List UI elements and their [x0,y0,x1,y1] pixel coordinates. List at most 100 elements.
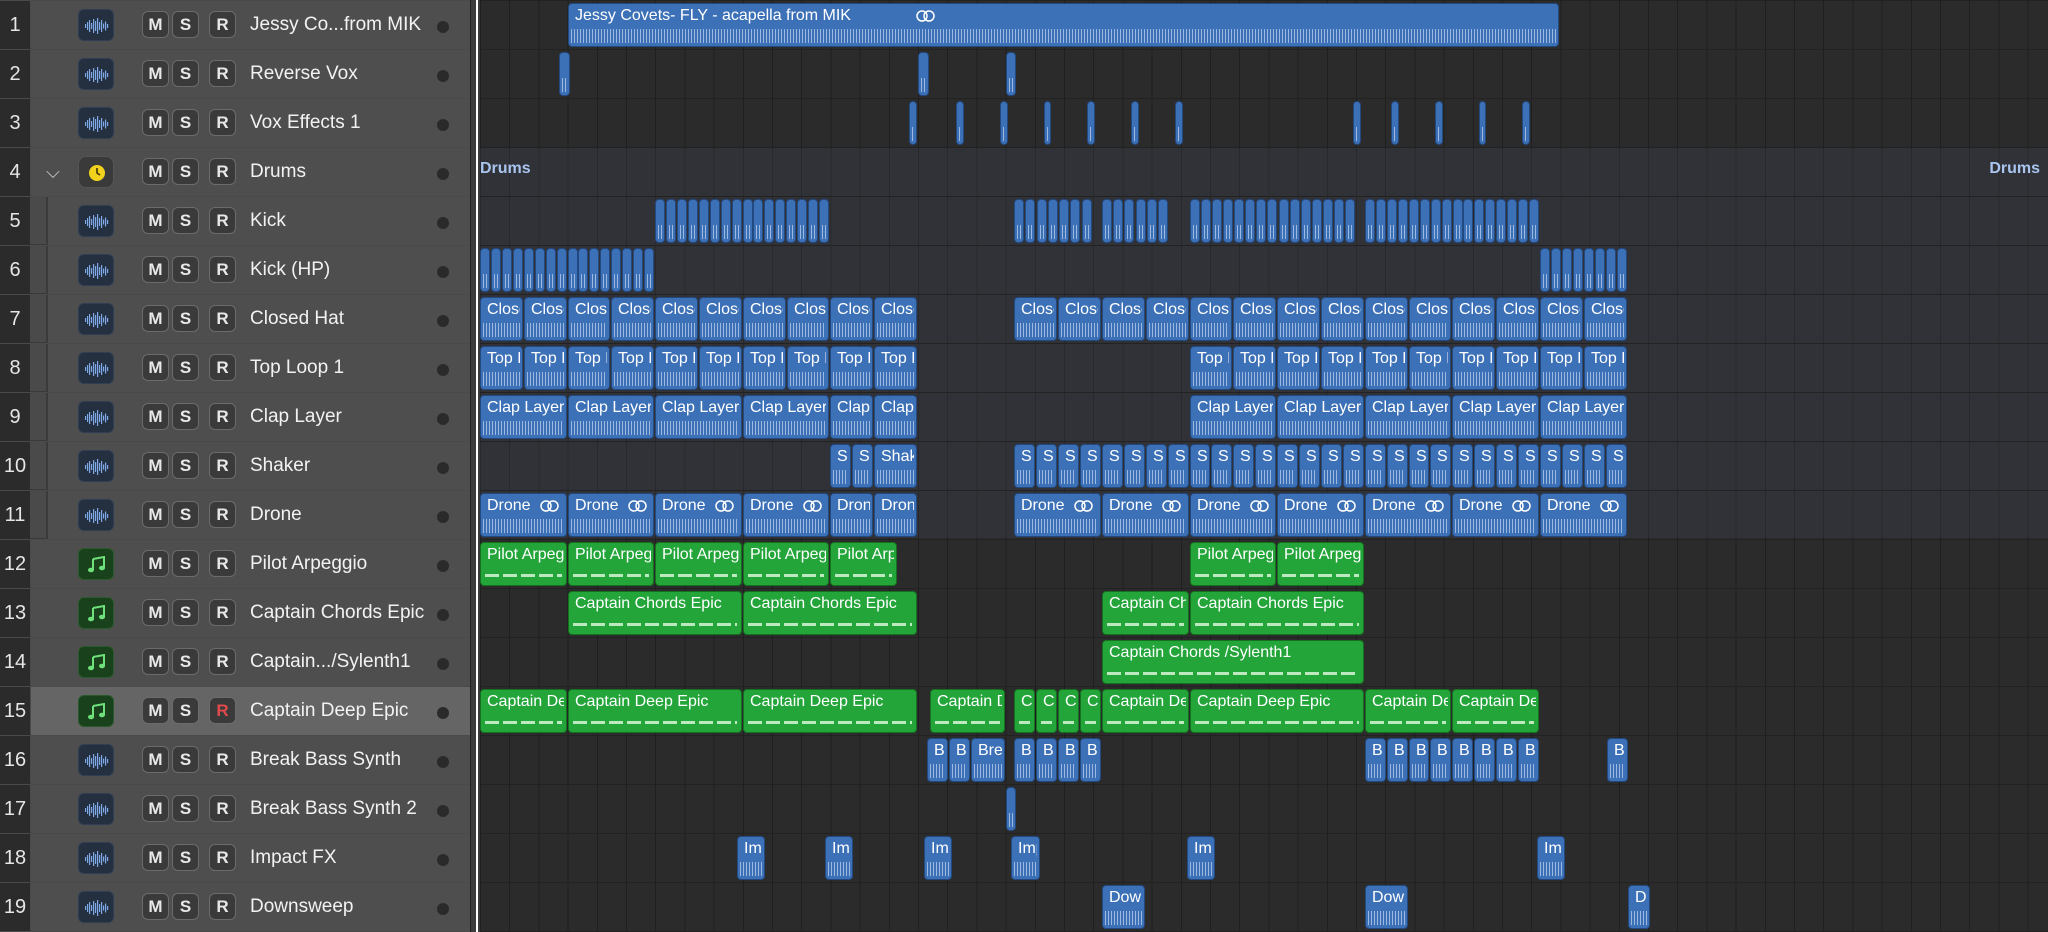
chevron-down-icon[interactable]: ⌵ [42,160,64,184]
track-row[interactable]: 16 M S R Break Bass Synth [0,736,470,784]
track-activity-dot[interactable] [437,511,449,523]
audio-region[interactable]: Top L [743,346,786,390]
audio-region[interactable] [1420,199,1430,243]
audio-region[interactable]: Top L [787,346,829,390]
midi-region[interactable]: Captain Deep Epic [568,689,742,733]
audio-region[interactable] [1551,248,1561,292]
midi-region[interactable]: Captain Deep [1102,689,1189,733]
midi-region[interactable]: C [1014,689,1035,733]
midi-region[interactable]: Captain Deep [480,689,567,733]
audio-region[interactable]: Br [1036,738,1057,782]
audio-region[interactable]: Br [927,738,948,782]
audio-region[interactable] [655,199,665,243]
audio-region[interactable]: Sh [1321,444,1342,488]
record-enable-button[interactable]: R [209,599,236,626]
audio-region[interactable]: Clap Layer [1365,395,1451,439]
track-name[interactable]: Closed Hat [250,295,344,343]
audio-region[interactable]: Top L [1321,346,1364,390]
solo-button[interactable]: S [172,158,199,185]
audio-region[interactable] [1474,199,1484,243]
track-name[interactable]: Downsweep [250,883,354,931]
midi-region[interactable]: Pilot Arpeggio [1277,542,1364,586]
track-row[interactable]: 1 M S R Jessy Co...from MIK [0,1,470,49]
record-enable-button[interactable]: R [209,403,236,430]
midi-region[interactable]: Pilot Arpeggio [568,542,654,586]
audio-region[interactable]: Br [1365,738,1386,782]
audio-region[interactable]: Sh [852,444,873,488]
audio-region[interactable]: Sh [1540,444,1561,488]
audio-region[interactable]: Top L [830,346,873,390]
audio-region[interactable] [1113,199,1123,243]
audio-region[interactable] [743,199,753,243]
audio-region[interactable]: Close [1277,297,1320,341]
midi-region[interactable]: Ca [1036,689,1057,733]
midi-region[interactable]: Captain Deep Epic [1190,689,1364,733]
audio-region[interactable] [644,248,654,292]
track-row[interactable]: 17 M S R Break Bass Synth 2 [0,785,470,833]
audio-region[interactable] [557,248,567,292]
audio-region[interactable]: Top L [480,346,523,390]
mute-button[interactable]: M [142,403,169,430]
audio-region[interactable]: Close [1409,297,1451,341]
audio-region[interactable]: Close [524,297,567,341]
audio-region[interactable] [666,199,676,243]
audio-region[interactable]: Imp [825,836,853,880]
audio-region[interactable]: Sh [1606,444,1627,488]
audio-region[interactable]: Close [1540,297,1583,341]
audio-region[interactable] [513,248,523,292]
track-activity-dot[interactable] [437,413,449,425]
audio-region[interactable] [1606,248,1616,292]
audio-region[interactable] [1025,199,1035,243]
solo-button[interactable]: S [172,550,199,577]
solo-button[interactable]: S [172,11,199,38]
track-row[interactable]: 12 M S R Pilot Arpeggio [0,540,470,588]
audio-region[interactable]: Sh [1168,444,1189,488]
audio-region[interactable]: Top L [568,346,610,390]
audio-region[interactable] [1201,199,1211,243]
audio-region[interactable]: Drone [1190,493,1276,537]
audio-region[interactable] [1175,101,1183,145]
audio-region[interactable]: Sh [1190,444,1210,488]
audio-region[interactable] [797,199,807,243]
audio-region[interactable] [1070,199,1080,243]
audio-region[interactable]: Br [1430,738,1451,782]
audio-region[interactable] [611,248,621,292]
audio-region[interactable]: Close [1452,297,1495,341]
mute-button[interactable]: M [142,893,169,920]
track-activity-dot[interactable] [437,168,449,180]
audio-region[interactable]: Sh [1562,444,1583,488]
audio-region[interactable] [918,52,929,96]
waveform-icon[interactable] [78,891,114,923]
midi-region[interactable]: Captain Chords Epic [1190,591,1364,635]
track-row[interactable]: 9 M S R Clap Layer [0,393,470,441]
audio-region[interactable] [1485,199,1495,243]
mute-button[interactable]: M [142,844,169,871]
audio-region[interactable]: Close [1014,297,1057,341]
mute-button[interactable]: M [142,11,169,38]
track-activity-dot[interactable] [437,70,449,82]
audio-region[interactable]: Sh [1452,444,1473,488]
track-activity-dot[interactable] [437,609,449,621]
record-enable-button[interactable]: R [209,844,236,871]
midi-region[interactable]: Captain Deep [1452,689,1539,733]
audio-region[interactable]: Sh [1014,444,1035,488]
mute-button[interactable]: M [142,60,169,87]
audio-region[interactable]: Br [1496,738,1517,782]
audio-region[interactable] [786,199,796,243]
audio-region[interactable]: Down [1365,885,1408,929]
audio-region[interactable]: Top L [524,346,567,390]
audio-region[interactable] [1376,199,1386,243]
mute-button[interactable]: M [142,550,169,577]
audio-region[interactable] [1507,199,1517,243]
track-activity-dot[interactable] [437,266,449,278]
mute-button[interactable]: M [142,256,169,283]
audio-region[interactable] [1147,199,1157,243]
waveform-icon[interactable] [78,9,114,41]
audio-region[interactable] [589,248,599,292]
audio-region[interactable] [578,248,588,292]
music-note-icon[interactable] [78,597,114,629]
record-enable-button[interactable]: R [209,550,236,577]
audio-region[interactable] [909,101,917,145]
audio-region[interactable] [1573,248,1583,292]
audio-region[interactable]: Drone [874,493,917,537]
